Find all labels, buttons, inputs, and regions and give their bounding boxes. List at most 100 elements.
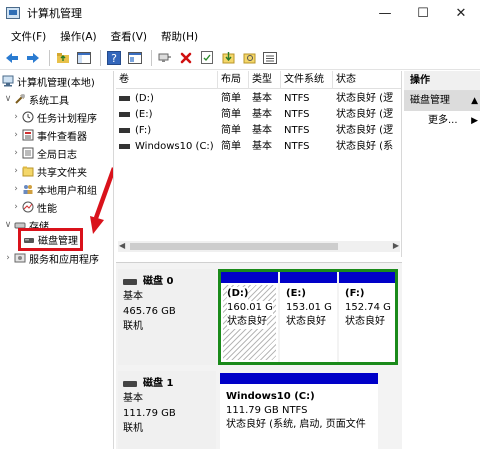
drive-icon (119, 95, 130, 101)
delete-icon[interactable] (177, 49, 195, 67)
volume-cell: Windows10 (C:) (116, 139, 218, 154)
column-type[interactable]: 类型 (249, 71, 281, 89)
maximize-button[interactable]: ☐ (404, 0, 442, 26)
log-icon (22, 147, 34, 159)
column-volume[interactable]: 卷 (116, 71, 218, 89)
connect-icon[interactable] (156, 49, 174, 67)
collapse-chevron-icon[interactable]: ∨ (4, 94, 12, 104)
tree-item-system-tools[interactable]: ∨ 系统工具 (4, 91, 69, 107)
services-icon (14, 253, 26, 263)
expand-chevron-icon[interactable]: › (12, 166, 20, 176)
expand-chevron-icon[interactable]: › (12, 184, 20, 194)
column-layout[interactable]: 布局 (218, 71, 249, 89)
drive-icon (119, 111, 130, 117)
toolbar-separator (151, 49, 152, 66)
table-row[interactable]: (E:) 简单 基本 NTFS 状态良好 (逻 (116, 107, 401, 122)
tree-item-global-log[interactable]: › 全局日志 (12, 145, 77, 161)
partition-label: (F:) (345, 288, 365, 299)
event-viewer-icon (22, 129, 34, 141)
partition-status: 状态良好 (345, 316, 385, 327)
disk-1-size: 111.79 GB (123, 408, 176, 419)
properties-icon[interactable] (126, 49, 144, 67)
tree-item-local-users[interactable]: › 本地用户和组 (12, 181, 97, 197)
performance-icon (22, 201, 34, 213)
disk-0-info[interactable]: 磁盘 0 基本 465.76 GB 联机 (118, 269, 216, 365)
horizontal-scrollbar[interactable]: ◀ ▶ (118, 241, 400, 252)
expand-chevron-icon[interactable]: › (12, 148, 20, 158)
close-button[interactable]: ✕ (442, 0, 480, 26)
tree-item-performance[interactable]: › 性能 (12, 199, 57, 215)
disk-1-info[interactable]: 磁盘 1 基本 111.79 GB 联机 (118, 371, 216, 449)
disk-icon (123, 380, 137, 387)
table-row[interactable]: (F:) 简单 基本 NTFS 状态良好 (逻 (116, 123, 401, 138)
up-folder-icon[interactable] (54, 49, 72, 67)
partition-d-text: (D:) 160.01 G 状态良好 (221, 283, 278, 329)
actions-section-disk-management[interactable]: 磁盘管理 ▲ (404, 91, 480, 111)
back-arrow-icon[interactable] (3, 49, 21, 67)
tree-item-services[interactable]: › 服务和应用程序 (4, 250, 99, 266)
scroll-left-icon[interactable]: ◀ (119, 241, 125, 250)
tree-item-computer-management[interactable]: 计算机管理(本地) (2, 73, 95, 89)
column-status[interactable]: 状态 (333, 71, 401, 89)
partition-e[interactable]: (E:) 153.01 G 状态良好 (280, 272, 337, 362)
filesystem-cell: NTFS (284, 93, 310, 104)
table-row[interactable]: Windows10 (C:) 简单 基本 NTFS 状态良好 (系 (116, 139, 401, 154)
tree-item-task-scheduler[interactable]: › 任务计划程序 (12, 109, 97, 125)
partition-size: 111.79 GB NTFS (226, 405, 308, 416)
disk-0-kind: 基本 (123, 291, 143, 302)
collapse-arrow-icon[interactable]: ▲ (471, 91, 478, 111)
checklist-icon[interactable] (198, 49, 216, 67)
volume-name: (F:) (135, 125, 152, 136)
expand-chevron-icon[interactable]: › (12, 130, 20, 140)
drive-icon (119, 127, 130, 133)
scroll-right-icon[interactable]: ▶ (393, 241, 399, 250)
partition-bar (220, 373, 378, 384)
menu-file[interactable]: 文件(F) (4, 29, 53, 44)
layout-cell: 简单 (221, 125, 241, 136)
minimize-button[interactable]: — (366, 0, 404, 26)
tree-item-shared-folders[interactable]: › 共享文件夹 (12, 163, 87, 179)
partition-c[interactable]: Windows10 (C:) 111.79 GB NTFS 状态良好 (系统, … (220, 373, 378, 449)
toolbar-separator (49, 49, 50, 66)
tree-item-label: 全局日志 (37, 149, 77, 161)
menu-bar: 文件(F) 操作(A) 查看(V) 帮助(H) (0, 26, 480, 46)
type-cell: 基本 (252, 141, 272, 152)
help-icon[interactable]: ? (105, 49, 123, 67)
expand-chevron-icon[interactable]: › (12, 112, 20, 122)
status-cell: 状态良好 (逻 (336, 125, 394, 136)
search-folder-icon[interactable] (240, 49, 258, 67)
disk-0-partitions: (D:) 160.01 G 状态良好 (E:) 153.01 G 状态良好 (F… (218, 269, 398, 365)
import-icon[interactable] (219, 49, 237, 67)
status-cell: 状态良好 (逻 (336, 93, 394, 104)
disk-1-state: 联机 (123, 423, 143, 434)
column-filesystem[interactable]: 文件系统 (281, 71, 333, 89)
partition-f[interactable]: (F:) 152.74 G 状态良好 (339, 272, 395, 362)
tree-item-event-viewer[interactable]: › 事件查看器 (12, 127, 87, 143)
actions-pane: 操作 磁盘管理 ▲ 更多... ▶ (404, 71, 480, 449)
users-icon (23, 185, 33, 194)
expand-arrow-icon[interactable]: ▶ (471, 111, 478, 131)
tree-item-label: 性能 (37, 203, 57, 215)
menu-action[interactable]: 操作(A) (53, 29, 103, 44)
partition-status: 状态良好 (286, 316, 326, 327)
computer-management-icon (2, 75, 14, 87)
tree-item-disk-management[interactable]: 磁盘管理 (18, 228, 83, 251)
show-hide-tree-icon[interactable] (75, 49, 93, 67)
expand-chevron-icon[interactable]: › (12, 202, 20, 212)
collapse-chevron-icon[interactable]: ∨ (4, 220, 12, 230)
forward-arrow-icon[interactable] (24, 49, 42, 67)
expand-chevron-icon[interactable]: › (4, 253, 12, 263)
more-actions-label: 更多... (428, 115, 458, 126)
partition-d[interactable]: (D:) 160.01 G 状态良好 (221, 272, 278, 362)
details-view-icon[interactable] (261, 49, 279, 67)
menu-help[interactable]: 帮助(H) (154, 29, 205, 44)
menu-view[interactable]: 查看(V) (104, 29, 154, 44)
table-row[interactable]: (D:) 简单 基本 NTFS 状态良好 (逻 (116, 91, 401, 106)
tree-item-label: 本地用户和组 (37, 185, 97, 197)
layout-cell: 简单 (221, 109, 241, 120)
more-actions-link[interactable]: 更多... ▶ (404, 111, 480, 131)
volume-name: (E:) (135, 109, 153, 120)
type-cell: 基本 (252, 93, 272, 104)
scrollbar-thumb[interactable] (130, 243, 338, 250)
tree-item-label: 系统工具 (29, 95, 69, 107)
